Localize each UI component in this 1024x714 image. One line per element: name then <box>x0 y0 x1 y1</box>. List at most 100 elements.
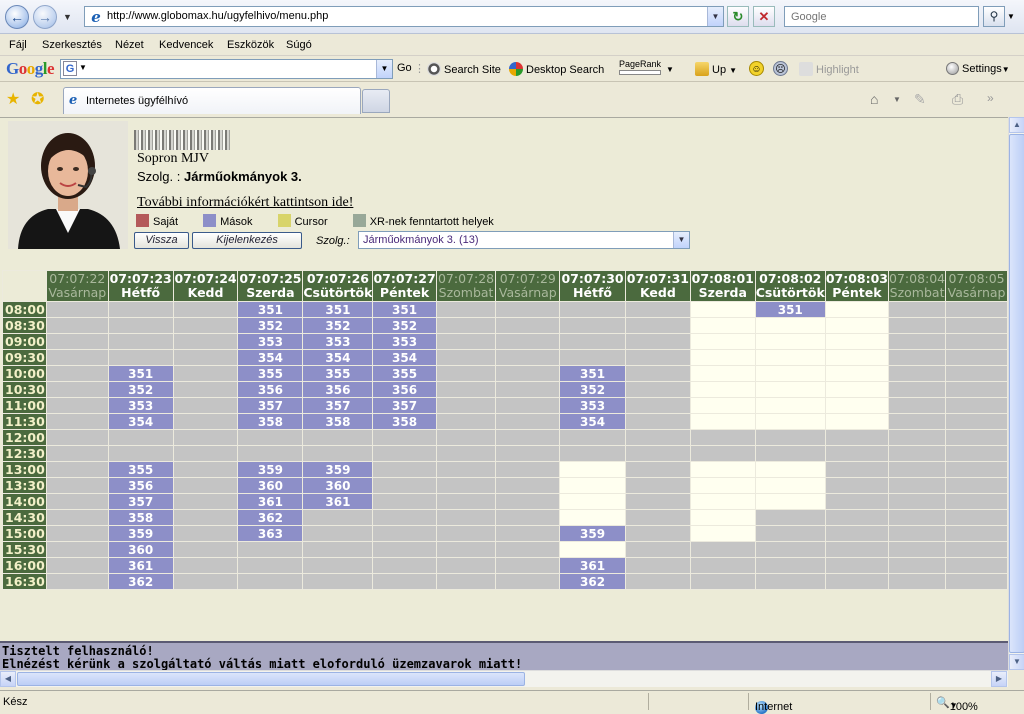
booked-slot[interactable]: 351 <box>107 365 174 382</box>
free-slot[interactable] <box>824 365 890 382</box>
booked-slot[interactable]: 358 <box>237 413 304 430</box>
booked-slot[interactable]: 362 <box>237 509 304 526</box>
google-go-button[interactable]: Go <box>397 62 412 74</box>
scroll-left-icon[interactable]: ◀ <box>0 671 16 687</box>
free-slot[interactable] <box>754 397 826 414</box>
free-slot[interactable] <box>689 317 756 334</box>
booked-slot[interactable]: 352 <box>302 317 374 334</box>
booked-slot[interactable]: 355 <box>237 365 304 382</box>
booked-slot[interactable]: 354 <box>372 349 437 366</box>
zoom-control[interactable]: 🔍 100% ▼ <box>936 696 978 713</box>
tab-active[interactable]: e Internetes ügyfélhívó <box>63 87 361 114</box>
free-slot[interactable] <box>689 349 756 366</box>
horizontal-scroll-thumb[interactable] <box>17 672 525 686</box>
booked-slot[interactable]: 354 <box>302 349 374 366</box>
home-icon[interactable]: ⌂ <box>870 91 878 107</box>
refresh-icon[interactable]: ↻ <box>727 6 749 27</box>
menu-tools[interactable]: Eszközök <box>227 39 274 51</box>
booked-slot[interactable]: 353 <box>302 333 374 350</box>
search-box[interactable] <box>784 6 979 27</box>
feeds-icon[interactable]: ✎ <box>914 91 926 108</box>
free-slot[interactable] <box>559 509 626 526</box>
booked-slot[interactable]: 362 <box>107 573 174 590</box>
booked-slot[interactable]: 360 <box>107 541 174 558</box>
new-tab-button[interactable] <box>362 89 390 113</box>
free-slot[interactable] <box>824 317 890 334</box>
google-search-box[interactable]: G ▼ ▼ <box>60 59 393 79</box>
booked-slot[interactable]: 351 <box>559 365 626 382</box>
smile-icon[interactable]: ☺ <box>749 61 764 76</box>
chevron-down-icon[interactable]: ▼ <box>673 232 689 248</box>
booked-slot[interactable]: 355 <box>372 365 437 382</box>
home-dropdown-icon[interactable]: ▼ <box>893 95 901 104</box>
booked-slot[interactable]: 351 <box>302 301 374 318</box>
menu-help[interactable]: Súgó <box>286 39 312 51</box>
address-bar[interactable]: e http://www.globomax.hu/ugyfelhivo/menu… <box>84 6 724 27</box>
free-slot[interactable] <box>689 477 756 494</box>
free-slot[interactable] <box>754 493 826 510</box>
booked-slot[interactable]: 358 <box>302 413 374 430</box>
booked-slot[interactable]: 356 <box>107 477 174 494</box>
booked-slot[interactable]: 355 <box>107 461 174 478</box>
google-options-dropdown-icon[interactable]: ▼ <box>79 63 87 72</box>
booked-slot[interactable]: 359 <box>559 525 626 542</box>
free-slot[interactable] <box>754 349 826 366</box>
booked-slot[interactable]: 354 <box>559 413 626 430</box>
google-g-icon[interactable]: G <box>63 61 77 76</box>
free-slot[interactable] <box>689 413 756 430</box>
booked-slot[interactable]: 352 <box>372 317 437 334</box>
free-slot[interactable] <box>689 381 756 398</box>
free-slot[interactable] <box>754 461 826 478</box>
free-slot[interactable] <box>824 413 890 430</box>
free-slot[interactable] <box>754 381 826 398</box>
menu-file[interactable]: Fájl <box>9 39 27 51</box>
booked-slot[interactable]: 354 <box>237 349 304 366</box>
google-logo[interactable]: Google <box>6 59 55 79</box>
booked-slot[interactable]: 351 <box>237 301 304 318</box>
free-slot[interactable] <box>689 509 756 526</box>
more-tools-icon[interactable]: » <box>987 91 994 105</box>
desktop-search-button[interactable]: Desktop Search <box>509 62 604 76</box>
history-dropdown-icon[interactable]: ▼ <box>63 12 72 22</box>
booked-slot[interactable]: 360 <box>302 477 374 494</box>
horizontal-scrollbar[interactable]: ◀ ▶ <box>0 670 1008 687</box>
booked-slot[interactable]: 353 <box>107 397 174 414</box>
search-input[interactable] <box>789 8 974 25</box>
booked-slot[interactable]: 351 <box>372 301 437 318</box>
free-slot[interactable] <box>824 381 890 398</box>
back-arrow-icon[interactable]: ← <box>5 5 29 29</box>
booked-slot[interactable]: 355 <box>302 365 374 382</box>
free-slot[interactable] <box>559 477 626 494</box>
booked-slot[interactable]: 358 <box>372 413 437 430</box>
booked-slot[interactable]: 357 <box>302 397 374 414</box>
free-slot[interactable] <box>559 461 626 478</box>
booked-slot[interactable]: 362 <box>559 573 626 590</box>
booked-slot[interactable]: 351 <box>754 301 826 318</box>
booked-slot[interactable]: 359 <box>237 461 304 478</box>
free-slot[interactable] <box>689 301 756 318</box>
search-site-button[interactable]: Search Site <box>427 62 501 76</box>
booked-slot[interactable]: 359 <box>107 525 174 542</box>
settings-button[interactable]: Settings▼ <box>946 62 1010 75</box>
add-favorite-icon[interactable]: ✪ <box>31 89 44 109</box>
scroll-right-icon[interactable]: ▶ <box>991 671 1007 687</box>
booked-slot[interactable]: 361 <box>302 493 374 510</box>
free-slot[interactable] <box>689 461 756 478</box>
free-slot[interactable] <box>824 397 890 414</box>
pagerank-indicator[interactable]: PageRank <box>619 59 661 75</box>
back-button[interactable]: Vissza <box>134 232 189 249</box>
booked-slot[interactable]: 352 <box>107 381 174 398</box>
menu-edit[interactable]: Szerkesztés <box>42 39 102 51</box>
search-icon[interactable]: ⚲ <box>983 6 1005 27</box>
free-slot[interactable] <box>754 333 826 350</box>
service-select[interactable]: Járműokmányok 3. (13) ▼ <box>358 231 690 249</box>
booked-slot[interactable]: 356 <box>302 381 374 398</box>
scroll-down-icon[interactable]: ▼ <box>1009 654 1024 670</box>
free-slot[interactable] <box>754 413 826 430</box>
booked-slot[interactable]: 353 <box>559 397 626 414</box>
free-slot[interactable] <box>824 301 890 318</box>
booked-slot[interactable]: 352 <box>559 381 626 398</box>
free-slot[interactable] <box>824 333 890 350</box>
booked-slot[interactable]: 353 <box>372 333 437 350</box>
google-history-dropdown-icon[interactable]: ▼ <box>376 60 392 78</box>
